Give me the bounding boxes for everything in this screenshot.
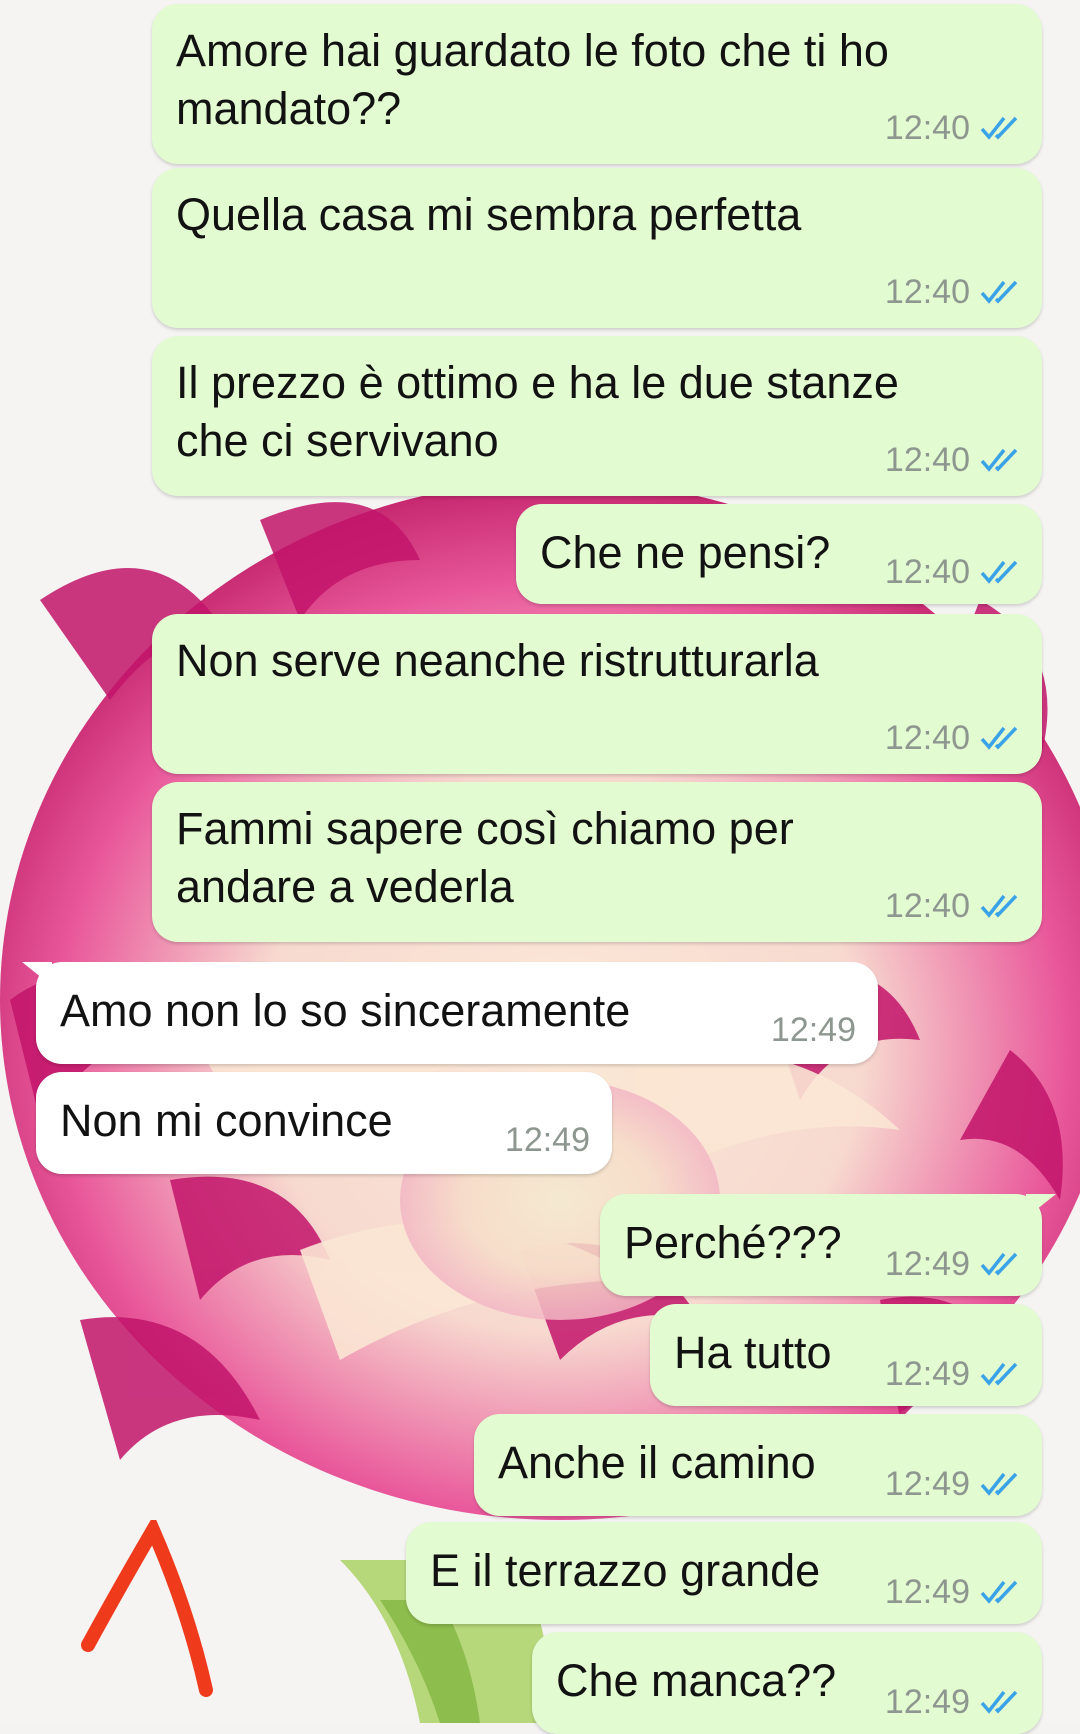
message-text: Fammi sapere così chiamo per andare a ve… bbox=[176, 803, 794, 912]
message-text: E il terrazzo grande bbox=[430, 1545, 821, 1596]
outgoing-message[interactable]: E il terrazzo grande 12:49 bbox=[406, 1522, 1042, 1624]
read-double-tick-icon bbox=[980, 116, 1018, 140]
read-double-tick-icon bbox=[980, 1362, 1018, 1386]
read-double-tick-icon bbox=[980, 726, 1018, 750]
read-double-tick-icon bbox=[980, 280, 1018, 304]
message-meta: 12:49 bbox=[505, 1122, 590, 1158]
outgoing-message[interactable]: Che ne pensi? 12:40 bbox=[516, 504, 1042, 604]
message-meta: 12:49 bbox=[885, 1356, 1020, 1392]
message-meta: 12:40 bbox=[885, 274, 1020, 310]
message-meta: 12:49 bbox=[885, 1466, 1020, 1502]
message-text: Ha tutto bbox=[674, 1327, 832, 1378]
message-time: 12:40 bbox=[884, 719, 970, 757]
message-time: 12:49 bbox=[884, 1245, 970, 1283]
read-double-tick-icon bbox=[980, 560, 1018, 584]
message-meta: 12:49 bbox=[771, 1012, 856, 1048]
outgoing-message[interactable]: Perché??? 12:49 bbox=[600, 1194, 1056, 1296]
message-time: 12:49 bbox=[884, 1683, 970, 1721]
read-double-tick-icon bbox=[980, 1252, 1018, 1276]
message-time: 12:49 bbox=[884, 1573, 970, 1611]
message-text: Quella casa mi sembra perfetta bbox=[176, 189, 802, 240]
message-time: 12:40 bbox=[884, 887, 970, 925]
message-meta: 12:40 bbox=[885, 554, 1020, 590]
outgoing-message[interactable]: Il prezzo è ottimo e ha le due stanze ch… bbox=[152, 336, 1042, 496]
read-double-tick-icon bbox=[980, 894, 1018, 918]
message-text: Non mi convince bbox=[60, 1095, 393, 1146]
message-text: Amo non lo so sinceramente bbox=[60, 985, 631, 1036]
message-meta: 12:40 bbox=[885, 110, 1020, 146]
message-meta: 12:49 bbox=[885, 1684, 1020, 1720]
message-time: 12:49 bbox=[770, 1011, 856, 1049]
red-caret-arrow-icon bbox=[81, 1520, 213, 1697]
outgoing-message[interactable]: Fammi sapere così chiamo per andare a ve… bbox=[152, 782, 1042, 942]
message-time: 12:49 bbox=[884, 1465, 970, 1503]
outgoing-message[interactable]: Amore hai guardato le foto che ti ho man… bbox=[152, 4, 1042, 164]
message-text: Che manca?? bbox=[556, 1655, 837, 1706]
message-time: 12:49 bbox=[884, 1355, 970, 1393]
bubble-tail bbox=[22, 962, 52, 986]
outgoing-message[interactable]: Che manca?? 12:49 bbox=[532, 1632, 1042, 1734]
message-text: Che ne pensi? bbox=[540, 527, 831, 578]
read-double-tick-icon bbox=[980, 1472, 1018, 1496]
message-meta: 12:40 bbox=[885, 888, 1020, 924]
message-text: Il prezzo è ottimo e ha le due stanze ch… bbox=[176, 357, 899, 466]
message-meta: 12:49 bbox=[885, 1246, 1020, 1282]
message-time: 12:40 bbox=[884, 553, 970, 591]
read-double-tick-icon bbox=[980, 1580, 1018, 1604]
incoming-message[interactable]: Amo non lo so sinceramente 12:49 bbox=[22, 962, 878, 1064]
read-double-tick-icon bbox=[980, 1690, 1018, 1714]
outgoing-message[interactable]: Quella casa mi sembra perfetta 12:40 bbox=[152, 168, 1042, 328]
message-text: Anche il camino bbox=[498, 1437, 816, 1488]
bubble-tail bbox=[1026, 1194, 1056, 1218]
outgoing-message[interactable]: Ha tutto 12:49 bbox=[650, 1304, 1042, 1406]
outgoing-message[interactable]: Anche il camino 12:49 bbox=[474, 1414, 1042, 1516]
message-text: Perché??? bbox=[624, 1217, 842, 1268]
outgoing-message[interactable]: Non serve neanche ristrutturarla 12:40 bbox=[152, 614, 1042, 774]
message-time: 12:49 bbox=[504, 1121, 590, 1159]
message-time: 12:40 bbox=[884, 273, 970, 311]
message-text: Non serve neanche ristrutturarla bbox=[176, 635, 819, 686]
message-time: 12:40 bbox=[884, 441, 970, 479]
message-time: 12:40 bbox=[884, 109, 970, 147]
read-double-tick-icon bbox=[980, 448, 1018, 472]
message-text: Amore hai guardato le foto che ti ho man… bbox=[176, 25, 889, 134]
message-meta: 12:49 bbox=[885, 1574, 1020, 1610]
incoming-message[interactable]: Non mi convince 12:49 bbox=[36, 1072, 612, 1174]
message-meta: 12:40 bbox=[885, 442, 1020, 478]
message-meta: 12:40 bbox=[885, 720, 1020, 756]
